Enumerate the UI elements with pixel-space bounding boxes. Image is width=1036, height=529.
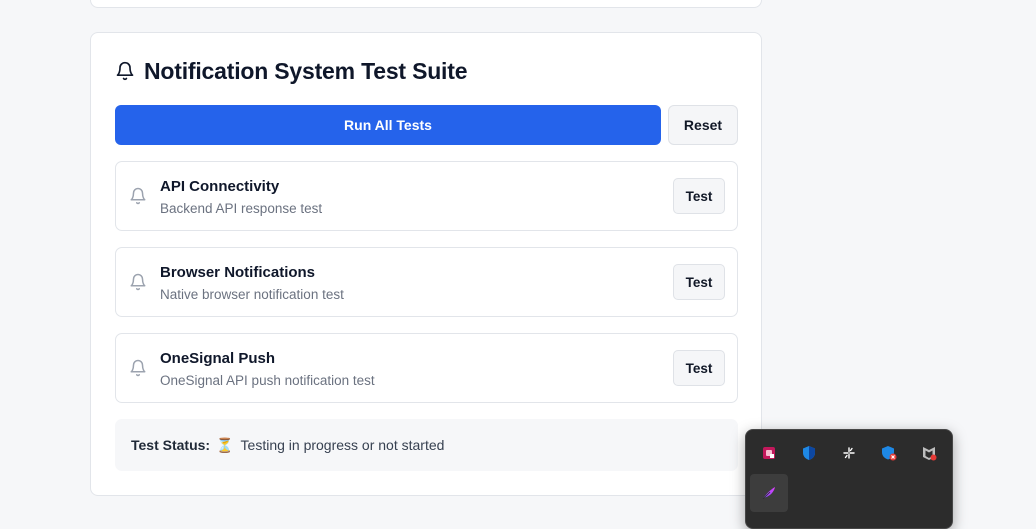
test-button-onesignal-push[interactable]: Test bbox=[673, 350, 725, 386]
test-button-browser-notifications[interactable]: Test bbox=[673, 264, 725, 300]
test-name: OneSignal Push bbox=[160, 350, 276, 367]
bell-icon bbox=[130, 359, 146, 377]
tray-overflow-popup bbox=[745, 429, 953, 529]
test-name: Browser Notifications bbox=[160, 264, 316, 281]
reset-button[interactable]: Reset bbox=[668, 105, 738, 145]
previous-card bbox=[90, 0, 762, 8]
run-all-tests-button[interactable]: Run All Tests bbox=[115, 105, 661, 145]
test-item-api-connectivity: API Connectivity Backend API response te… bbox=[115, 161, 738, 231]
test-item-onesignal-push: OneSignal Push OneSignal API push notifi… bbox=[115, 333, 738, 403]
test-description: Backend API response test bbox=[160, 201, 323, 216]
windows-security-shield-icon[interactable] bbox=[790, 434, 828, 472]
app-pink-icon[interactable] bbox=[750, 434, 788, 472]
bell-icon bbox=[116, 61, 134, 81]
test-status-label: Test Status: bbox=[131, 437, 211, 453]
mcafee-alert-icon[interactable] bbox=[910, 434, 948, 472]
test-description: OneSignal API push notification test bbox=[160, 373, 375, 388]
test-status-text: Testing in progress or not started bbox=[240, 437, 445, 453]
bell-icon bbox=[130, 187, 146, 205]
test-status-box: Test Status: ⏳ Testing in progress or no… bbox=[115, 419, 738, 471]
test-suite-card: Notification System Test Suite Run All T… bbox=[90, 32, 762, 496]
hourglass-icon: ⏳ bbox=[216, 436, 234, 453]
bell-icon bbox=[130, 273, 146, 291]
suite-title-text: Notification System Test Suite bbox=[144, 57, 468, 84]
test-name: API Connectivity bbox=[160, 178, 280, 195]
defender-alert-icon[interactable] bbox=[870, 434, 908, 472]
test-button-api-connectivity[interactable]: Test bbox=[673, 178, 725, 214]
sparkle-cursor-icon[interactable] bbox=[830, 434, 868, 472]
test-description: Native browser notification test bbox=[160, 287, 344, 302]
feather-app-icon[interactable] bbox=[750, 474, 788, 512]
test-item-browser-notifications: Browser Notifications Native browser not… bbox=[115, 247, 738, 317]
suite-title: Notification System Test Suite bbox=[115, 55, 468, 87]
